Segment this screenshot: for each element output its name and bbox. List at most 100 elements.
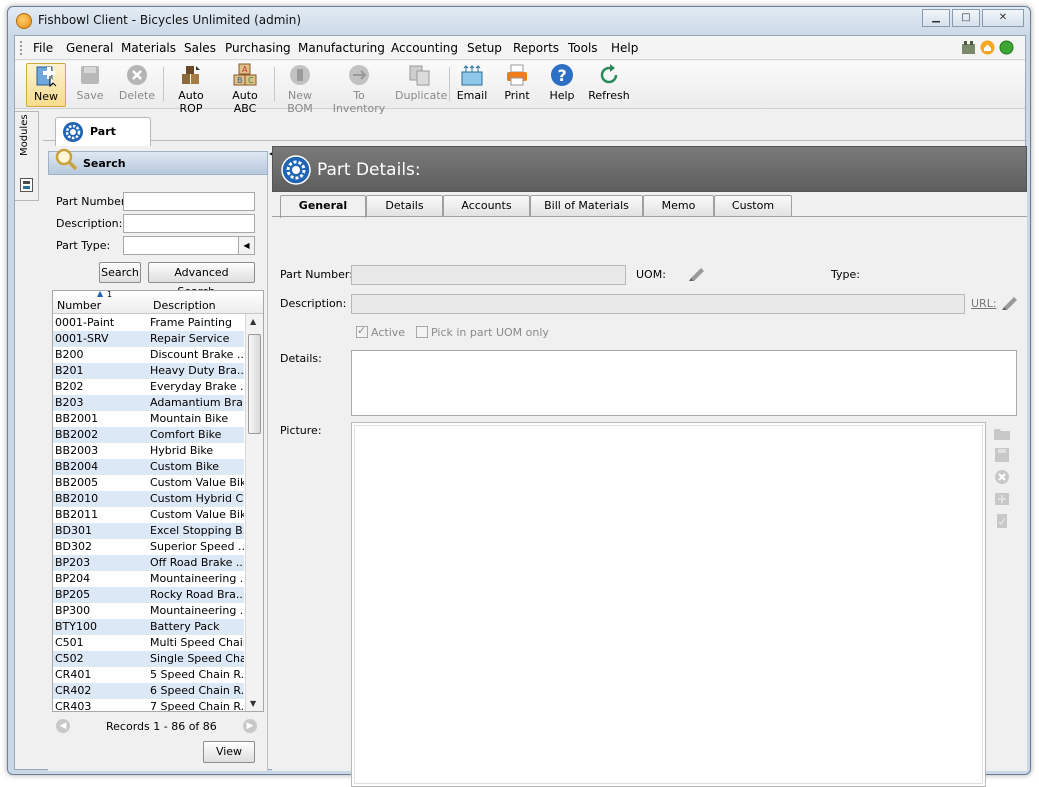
- tab-details[interactable]: Details: [366, 195, 443, 216]
- menu-general[interactable]: General: [66, 41, 113, 55]
- to-inventory-button[interactable]: To Inventory: [327, 63, 391, 115]
- list-item[interactable]: 0001-Paint Frame Painting: [53, 315, 244, 331]
- tab-bill-of-materials[interactable]: Bill of Materials: [530, 195, 643, 216]
- list-item[interactable]: BB2004 Custom Bike: [53, 459, 244, 475]
- tab-general[interactable]: General: [280, 195, 366, 218]
- column-number[interactable]: Number: [57, 299, 101, 312]
- scroll-down-icon[interactable]: ▼: [250, 699, 256, 708]
- maximize-button[interactable]: □: [952, 9, 980, 27]
- client-area: File General Materials Sales Purchasing …: [14, 35, 1027, 787]
- menu-tools[interactable]: Tools: [568, 41, 598, 55]
- list-item[interactable]: BTY100 Battery Pack: [53, 619, 244, 635]
- list-item[interactable]: BB2010 Custom Hybrid C...: [53, 491, 244, 507]
- window-title: Fishbowl Client - Bicycles Unlimited (ad…: [38, 13, 302, 27]
- gear-icon: [63, 122, 83, 142]
- pick-uom-checkbox[interactable]: [416, 326, 428, 338]
- list-item[interactable]: B200 Discount Brake ...: [53, 347, 244, 363]
- list-item[interactable]: BB2005 Custom Value Bike: [53, 475, 244, 491]
- list-item[interactable]: B202 Everyday Brake ...: [53, 379, 244, 395]
- scroll-thumb[interactable]: [248, 334, 261, 434]
- list-item[interactable]: BP203 Off Road Brake ...: [53, 555, 244, 571]
- dropdown-arrow-icon[interactable]: ◀: [238, 237, 254, 254]
- auto-abc-button[interactable]: ABC Auto ABC: [220, 63, 270, 115]
- tab-custom[interactable]: Custom: [714, 195, 792, 216]
- menu-file[interactable]: File: [33, 41, 53, 55]
- list-item[interactable]: CR403 7 Speed Chain R...: [53, 699, 244, 711]
- help-button[interactable]: ? Help: [544, 63, 580, 107]
- tab-memo[interactable]: Memo: [643, 195, 714, 216]
- list-item[interactable]: BB2011 Custom Value Bike: [53, 507, 244, 523]
- prev-page-icon[interactable]: ◀: [56, 719, 70, 733]
- vertical-scrollbar[interactable]: ▲ ▼: [245, 314, 263, 711]
- list-item[interactable]: BB2002 Comfort Bike: [53, 427, 244, 443]
- save-picture-icon[interactable]: [993, 447, 1011, 463]
- list-item[interactable]: CR402 6 Speed Chain R...: [53, 683, 244, 699]
- minimize-button[interactable]: ▁: [922, 9, 950, 27]
- next-page-icon[interactable]: ▶: [243, 719, 257, 733]
- network-icon[interactable]: [961, 40, 976, 55]
- list-item[interactable]: C502 Single Speed Chain: [53, 651, 244, 667]
- advanced-search-button[interactable]: Advanced Search...: [148, 262, 255, 298]
- close-button[interactable]: ✕: [982, 9, 1024, 27]
- picture-properties-icon[interactable]: [993, 513, 1011, 529]
- menu-sales[interactable]: Sales: [184, 41, 216, 55]
- part-type-select[interactable]: ◀: [123, 236, 255, 255]
- menu-purchasing[interactable]: Purchasing: [225, 41, 291, 55]
- list-item[interactable]: BP300 Mountaineering ...: [53, 603, 244, 619]
- active-checkbox[interactable]: ✓: [356, 324, 368, 338]
- menu-help[interactable]: Help: [611, 41, 638, 55]
- part-description-cell: Mountaineering ...: [150, 572, 244, 585]
- part-number-input[interactable]: [123, 192, 255, 211]
- menu-accounting[interactable]: Accounting: [391, 41, 458, 55]
- picture-box[interactable]: [351, 422, 986, 787]
- list-item[interactable]: BD301 Excel Stopping B...: [53, 523, 244, 539]
- delete-picture-icon[interactable]: [993, 469, 1011, 485]
- save-button[interactable]: Save: [72, 63, 108, 107]
- open-folder-icon[interactable]: [993, 425, 1011, 441]
- search-button[interactable]: Search: [99, 262, 141, 283]
- delete-button[interactable]: Delete: [117, 63, 157, 107]
- part-description-cell: Custom Value Bike: [150, 508, 244, 521]
- tab-accounts[interactable]: Accounts: [443, 195, 530, 216]
- refresh-button[interactable]: Refresh: [586, 63, 632, 107]
- list-item[interactable]: BP204 Mountaineering ...: [53, 571, 244, 587]
- search-panel: Search Part Number: Description: Part Ty…: [48, 148, 268, 771]
- tab-part[interactable]: Part: [55, 117, 151, 146]
- part-number-cell: BP205: [55, 588, 91, 601]
- edit-url-pencil-icon[interactable]: [1001, 294, 1019, 310]
- list-item[interactable]: B203 Adamantium Bra...: [53, 395, 244, 411]
- list-item[interactable]: BB2001 Mountain Bike: [53, 411, 244, 427]
- menu-materials[interactable]: Materials: [121, 41, 176, 55]
- description-field[interactable]: [351, 294, 965, 314]
- list-item[interactable]: CR401 5 Speed Chain R...: [53, 667, 244, 683]
- auto-rop-button[interactable]: Auto ROP: [166, 63, 216, 115]
- description-input[interactable]: [123, 214, 255, 233]
- modules-strip[interactable]: Modules: [15, 111, 39, 201]
- list-item[interactable]: C501 Multi Speed Chain: [53, 635, 244, 651]
- part-number-field[interactable]: [351, 265, 626, 285]
- list-item[interactable]: BP205 Rocky Road Bra...: [53, 587, 244, 603]
- menu-reports[interactable]: Reports: [513, 41, 559, 55]
- part-number-cell: BB2001: [55, 412, 99, 425]
- new-button[interactable]: New: [26, 63, 66, 107]
- list-item[interactable]: B201 Heavy Duty Bra...: [53, 363, 244, 379]
- list-item[interactable]: BD302 Superior Speed ...: [53, 539, 244, 555]
- email-button[interactable]: Email: [454, 63, 490, 107]
- list-item[interactable]: 0001-SRV Repair Service: [53, 331, 244, 347]
- details-textarea[interactable]: [351, 350, 1017, 416]
- menu-setup[interactable]: Setup: [467, 41, 502, 55]
- zoom-picture-icon[interactable]: [993, 491, 1011, 507]
- home-icon[interactable]: [980, 40, 995, 55]
- view-button[interactable]: View: [203, 741, 255, 763]
- part-description-cell: Adamantium Bra...: [150, 396, 244, 409]
- menu-manufacturing[interactable]: Manufacturing: [298, 41, 385, 55]
- part-number-cell: C502: [55, 652, 84, 665]
- list-item[interactable]: BB2003 Hybrid Bike: [53, 443, 244, 459]
- duplicate-button[interactable]: Duplicate: [395, 63, 447, 107]
- new-bom-button[interactable]: New BOM: [275, 63, 325, 115]
- url-link[interactable]: URL:: [971, 297, 997, 310]
- column-description[interactable]: Description: [153, 299, 216, 312]
- print-button[interactable]: Print: [499, 63, 535, 107]
- edit-uom-pencil-icon[interactable]: [688, 265, 706, 281]
- scroll-up-icon[interactable]: ▲: [250, 317, 256, 326]
